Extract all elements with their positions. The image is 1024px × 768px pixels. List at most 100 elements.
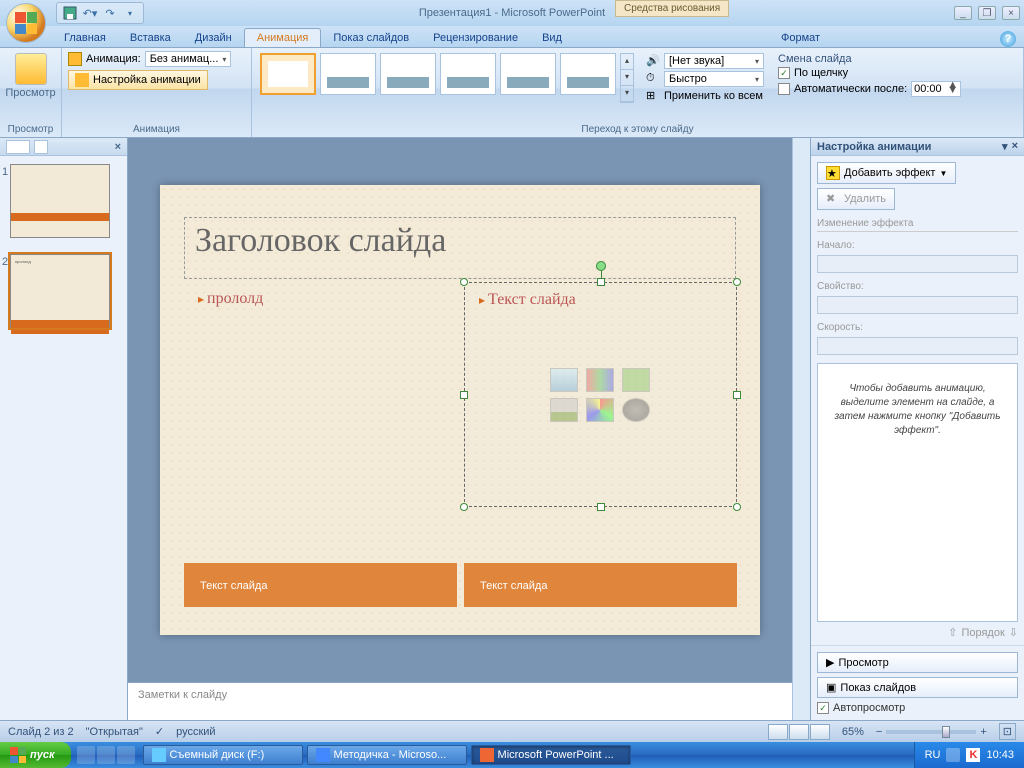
autopreview-checkbox[interactable]: ✓ [817,702,829,714]
taskbar-item[interactable]: Методичка - Microso... [307,745,467,765]
content-placeholder-left[interactable]: прололд [184,282,457,507]
resize-handle[interactable] [597,278,605,286]
apply-all-button[interactable]: ⊞Применить ко всем [646,89,764,103]
tray-clock[interactable]: 10:43 [986,749,1014,761]
language-indicator[interactable]: русский [176,726,215,738]
tray-lang[interactable]: RU [925,749,941,761]
ql-icon[interactable] [97,746,115,764]
sound-dropdown[interactable]: [Нет звука] [664,53,764,69]
zoom-out-button[interactable]: − [876,726,882,738]
vertical-scrollbar[interactable] [792,138,810,720]
system-tray: RU K 10:43 [914,742,1024,768]
insert-smartart-icon[interactable] [622,368,650,392]
transition-item[interactable] [320,53,376,95]
tab-design[interactable]: Дизайн [183,29,244,47]
animation-dropdown[interactable]: Без анимац... [145,51,232,67]
zoom-in-button[interactable]: + [980,726,986,738]
resize-handle[interactable] [733,503,741,511]
theme-name: "Открытая" [86,726,143,738]
start-button[interactable]: пуск [0,742,71,768]
taskpane-close-icon[interactable]: × [1012,140,1018,153]
property-dropdown [817,296,1018,314]
notes-pane[interactable]: Заметки к слайду [128,682,792,720]
speed-dropdown[interactable]: Быстро [664,71,764,87]
add-effect-button[interactable]: ★ Добавить эффект ▼ [817,162,956,184]
notes-placeholder: Заметки к слайду [138,689,227,701]
resize-handle[interactable] [460,503,468,511]
ql-icon[interactable] [117,746,135,764]
qat-menu-icon[interactable]: ▾ [121,4,139,22]
insert-table-icon[interactable] [550,368,578,392]
zoom-slider[interactable] [886,730,976,734]
slide-number: 1 [2,166,8,178]
auto-after-time[interactable]: 00:00▲▼ [911,81,961,97]
footer-placeholder-right[interactable]: Текст слайда [464,563,737,607]
transition-item[interactable] [440,53,496,95]
title-placeholder[interactable]: Заголовок слайда [184,217,736,279]
slide-thumbnail-2[interactable]: 2 прололд [10,254,117,328]
custom-animation-button[interactable]: Настройка анимации [68,70,208,90]
slides-tab[interactable] [6,140,30,154]
tab-review[interactable]: Рецензирование [421,29,530,47]
redo-icon[interactable]: ↷ [101,4,119,22]
insert-clipart-icon[interactable] [586,398,614,422]
rotation-handle[interactable] [596,261,606,271]
tab-home[interactable]: Главная [52,29,118,47]
transition-item[interactable] [560,53,616,95]
zoom-level[interactable]: 65% [842,726,864,738]
slideshow-button[interactable]: ▣Показ слайдов [817,677,1018,698]
footer-placeholder-left[interactable]: Текст слайда [184,563,457,607]
minimize-button[interactable]: _ [954,6,972,20]
help-icon[interactable]: ? [1000,31,1016,47]
restore-button[interactable]: ❐ [978,6,996,20]
resize-handle[interactable] [597,503,605,511]
undo-icon[interactable]: ↶▾ [81,4,99,22]
close-button[interactable]: × [1002,6,1020,20]
resize-handle[interactable] [460,278,468,286]
tab-animation[interactable]: Анимация [244,28,322,47]
outline-tab[interactable] [34,140,48,154]
tab-insert[interactable]: Вставка [118,29,183,47]
transition-none[interactable] [260,53,316,95]
title-bar: ↶▾ ↷ ▾ Презентация1 - Microsoft PowerPoi… [0,0,1024,26]
insert-media-icon[interactable] [622,398,650,422]
kaspersky-icon[interactable]: K [966,748,980,762]
tab-view[interactable]: Вид [530,29,574,47]
close-thumbnails-button[interactable]: × [115,141,121,153]
auto-after-checkbox[interactable] [778,83,790,95]
normal-view-button[interactable] [768,724,788,740]
save-icon[interactable] [61,4,79,22]
effect-list-hint: Чтобы добавить анимацию, выделите элемен… [817,363,1018,622]
fit-window-button[interactable]: ⊡ [999,723,1016,740]
taskpane-header: Настройка анимации ▾× [811,138,1024,156]
taskbar-item[interactable]: Съемный диск (F:) [143,745,303,765]
insert-chart-icon[interactable] [586,368,614,392]
tab-format[interactable]: Формат [769,29,832,47]
office-button[interactable] [6,3,46,43]
on-click-checkbox[interactable]: ✓ [778,67,790,79]
slideshow-view-button[interactable] [810,724,830,740]
tray-icon[interactable] [946,748,960,762]
tab-slideshow[interactable]: Показ слайдов [321,29,421,47]
slide-thumbnail-1[interactable]: 1 [10,164,117,238]
content-placeholder-right-selected[interactable]: Текст слайда [464,282,737,507]
animate-icon [68,52,82,66]
drawing-tools-contextual-tab: Средства рисования [615,0,729,17]
taskpane-menu-icon[interactable]: ▾ [1002,140,1008,153]
transition-item[interactable] [380,53,436,95]
app-title: Презентация1 - Microsoft PowerPoint [419,7,605,19]
preview-button[interactable]: Просмотр [6,51,55,101]
transition-item[interactable] [500,53,556,95]
ql-icon[interactable] [77,746,95,764]
sorter-view-button[interactable] [789,724,809,740]
slide-canvas[interactable]: Заголовок слайда прололд Текст слайда [128,138,792,682]
play-button[interactable]: ▶Просмотр [817,652,1018,673]
resize-handle[interactable] [733,391,741,399]
gallery-more-button[interactable]: ▴▾▾ [620,53,634,103]
resize-handle[interactable] [733,278,741,286]
taskbar-item-active[interactable]: Microsoft PowerPoint ... [471,745,631,765]
insert-picture-icon[interactable] [550,398,578,422]
content-insert-icons [550,368,652,422]
spellcheck-icon[interactable]: ✓ [155,725,164,738]
resize-handle[interactable] [460,391,468,399]
